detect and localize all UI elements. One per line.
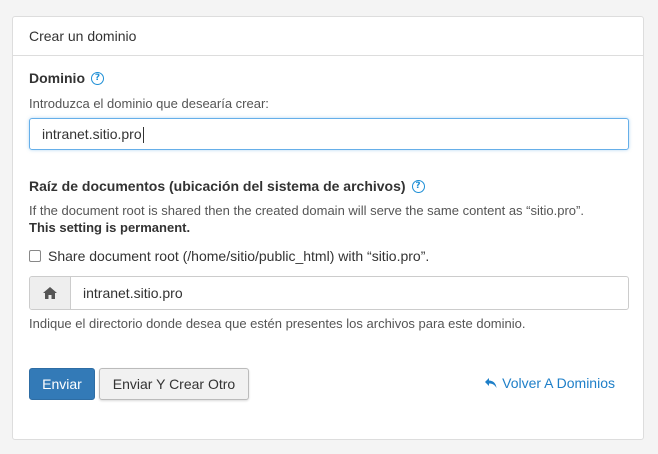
create-domain-panel: Crear un dominio Dominio ? Introduzca el… bbox=[12, 16, 644, 440]
domain-input-value: intranet.sitio.pro bbox=[42, 126, 142, 142]
help-icon[interactable]: ? bbox=[411, 179, 425, 193]
submit-button[interactable]: Enviar bbox=[29, 368, 95, 400]
docroot-label: Raíz de documentos (ubicación del sistem… bbox=[29, 178, 406, 194]
share-docroot-row[interactable]: Share document root (/home/sitio/public_… bbox=[29, 248, 429, 264]
docroot-permanent-note: This setting is permanent. bbox=[29, 220, 191, 235]
docroot-label-row: Raíz de documentos (ubicación del sistem… bbox=[29, 178, 425, 194]
docroot-input[interactable]: intranet.sitio.pro bbox=[71, 277, 628, 309]
back-to-domains-link[interactable]: Volver A Dominios bbox=[484, 375, 615, 391]
panel-title: Crear un dominio bbox=[13, 17, 643, 56]
domain-label: Dominio bbox=[29, 70, 85, 86]
domain-label-row: Dominio ? bbox=[29, 70, 104, 86]
home-addon bbox=[30, 277, 71, 309]
text-caret bbox=[142, 127, 144, 144]
back-to-domains-label[interactable]: Volver A Dominios bbox=[502, 375, 615, 391]
share-docroot-checkbox[interactable] bbox=[29, 250, 41, 262]
submit-and-create-another-button[interactable]: Enviar Y Crear Otro bbox=[99, 368, 249, 400]
help-icon[interactable]: ? bbox=[91, 71, 104, 85]
docroot-info: If the document root is shared then the … bbox=[29, 203, 584, 218]
domain-hint: Introduzca el dominio que desearía crear… bbox=[29, 96, 269, 111]
domain-input[interactable]: intranet.sitio.pro bbox=[29, 118, 629, 150]
home-icon bbox=[43, 287, 57, 299]
docroot-hint: Indique el directorio donde desea que es… bbox=[29, 316, 526, 331]
undo-arrow-icon bbox=[485, 378, 497, 388]
share-docroot-label[interactable]: Share document root (/home/sitio/public_… bbox=[48, 248, 429, 264]
docroot-input-group: intranet.sitio.pro bbox=[29, 276, 629, 310]
